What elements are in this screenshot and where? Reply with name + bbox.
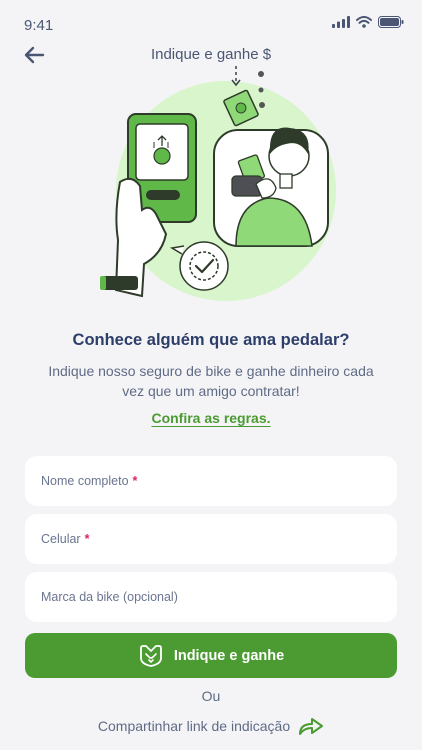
status-time: 9:41 xyxy=(24,17,54,34)
page-title: Indique e ganhe $ xyxy=(150,46,272,63)
handshake-icon xyxy=(139,644,162,667)
share-referral-link[interactable]: Compartinhar link de indicação xyxy=(0,716,422,736)
bike-brand-field[interactable]: Marca da bike (opcional) xyxy=(25,572,397,622)
refer-and-earn-label: Indique e ganhe xyxy=(173,647,285,664)
rules-link-wrapper: Confira as regras. xyxy=(0,410,422,426)
referral-illustration xyxy=(100,66,336,301)
status-bar: 9:41 xyxy=(0,0,422,40)
full-name-field[interactable]: Nome completo * xyxy=(25,456,397,506)
share-arrow-icon xyxy=(299,718,324,735)
bike-brand-placeholder: Marca da bike (opcional) xyxy=(41,590,178,604)
rules-link[interactable]: Confira as regras. xyxy=(151,410,270,426)
refer-and-earn-button[interactable]: Indique e ganhe xyxy=(25,633,397,678)
full-name-placeholder: Nome completo xyxy=(41,474,129,488)
battery-icon xyxy=(378,16,404,28)
wifi-icon xyxy=(356,16,372,28)
required-mark: * xyxy=(84,532,90,546)
phone-field[interactable]: Celular * xyxy=(25,514,397,564)
phone-placeholder: Celular xyxy=(41,532,81,546)
share-referral-label: Compartinhar link de indicação xyxy=(97,718,291,734)
signal-icon xyxy=(332,16,350,28)
required-mark: * xyxy=(132,474,138,488)
headline: Conhece alguém que ama pedalar? xyxy=(72,331,350,349)
status-icons xyxy=(332,16,404,28)
subtitle: Indique nosso seguro de bike e ganhe din… xyxy=(48,363,374,399)
or-separator: Ou xyxy=(201,688,221,704)
